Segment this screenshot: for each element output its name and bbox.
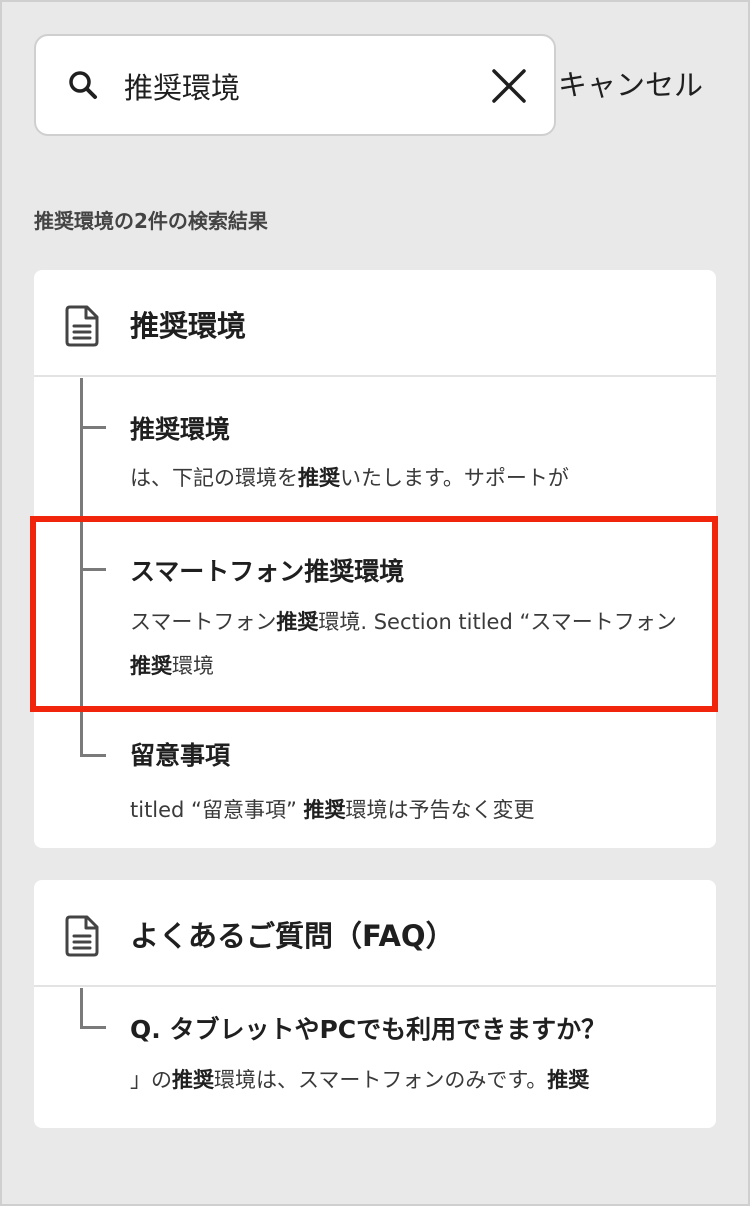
result-page-title: 推奨環境 bbox=[130, 309, 247, 343]
snippet-match: 推奨 bbox=[172, 1068, 214, 1092]
result-section-item[interactable]: 推奨環境 は、下記の環境を推奨いたします。サポートが bbox=[34, 378, 716, 510]
snippet-match: 推奨 bbox=[547, 1068, 590, 1092]
result-page-title: よくあるご質問（FAQ） bbox=[130, 919, 455, 953]
snippet-match: 推奨 bbox=[298, 466, 340, 490]
document-icon bbox=[65, 915, 99, 957]
search-icon bbox=[69, 71, 97, 99]
results-summary: 推奨環境の2件の検索結果 bbox=[34, 209, 268, 233]
tree-branch bbox=[80, 754, 106, 757]
search-result-card: よくあるご質問（FAQ） Q. タブレットやPCでも利用できますか？ 」の推奨環… bbox=[34, 880, 716, 1128]
section-snippet: 」の推奨環境は、スマートフォンのみです。推奨 bbox=[130, 1058, 690, 1102]
result-section-item[interactable]: スマートフォン推奨環境 スマートフォン推奨環境. Section titled … bbox=[34, 520, 716, 716]
section-snippet: は、下記の環境を推奨いたします。サポートが bbox=[130, 456, 690, 500]
snippet-text: 環境 bbox=[172, 654, 214, 678]
snippet-text: いたします。サポートが bbox=[340, 466, 569, 490]
section-snippet: スマートフォン推奨環境. Section titled “スマートフォン推奨環境 bbox=[130, 600, 690, 688]
snippet-text: 」の bbox=[130, 1068, 172, 1092]
section-snippet: titled “留意事項” 推奨環境は予告なく変更 bbox=[130, 788, 690, 832]
cancel-button[interactable]: キャンセル bbox=[558, 62, 718, 104]
section-title: 推奨環境 bbox=[130, 415, 231, 444]
close-icon[interactable] bbox=[488, 65, 530, 107]
result-section-item[interactable]: Q. タブレットやPCでも利用できますか？ 」の推奨環境は、スマートフォンのみで… bbox=[34, 988, 716, 1128]
snippet-text: 環境は、スマートフォンのみです。 bbox=[214, 1068, 548, 1092]
section-title: スマートフォン推奨環境 bbox=[130, 557, 405, 586]
snippet-text: は、下記の環境を bbox=[130, 466, 298, 490]
snippet-match: 推奨 bbox=[130, 654, 172, 678]
snippet-text: 環境は予告なく変更 bbox=[345, 798, 535, 822]
snippet-text: titled “留意事項” bbox=[130, 798, 304, 822]
search-input[interactable] bbox=[124, 60, 464, 112]
search-box[interactable] bbox=[34, 34, 556, 136]
snippet-match: 推奨 bbox=[276, 610, 319, 634]
tree-branch bbox=[80, 568, 106, 571]
result-page-link[interactable]: 推奨環境 bbox=[34, 270, 716, 377]
snippet-match: 推奨 bbox=[303, 798, 346, 822]
snippet-text: スマートフォン bbox=[130, 610, 277, 634]
document-icon bbox=[65, 305, 99, 347]
result-page-link[interactable]: よくあるご質問（FAQ） bbox=[34, 880, 716, 987]
section-title: Q. タブレットやPCでも利用できますか？ bbox=[130, 1015, 607, 1044]
result-section-item[interactable]: 留意事項 titled “留意事項” 推奨環境は予告なく変更 bbox=[34, 726, 716, 848]
tree-branch bbox=[80, 1026, 106, 1029]
search-result-card: 推奨環境 推奨環境 は、下記の環境を推奨いたします。サポートが スマートフォン推… bbox=[34, 270, 716, 848]
snippet-text: 環境. Section titled “スマートフォン bbox=[318, 610, 677, 634]
section-title: 留意事項 bbox=[130, 741, 231, 770]
tree-branch bbox=[80, 426, 106, 429]
